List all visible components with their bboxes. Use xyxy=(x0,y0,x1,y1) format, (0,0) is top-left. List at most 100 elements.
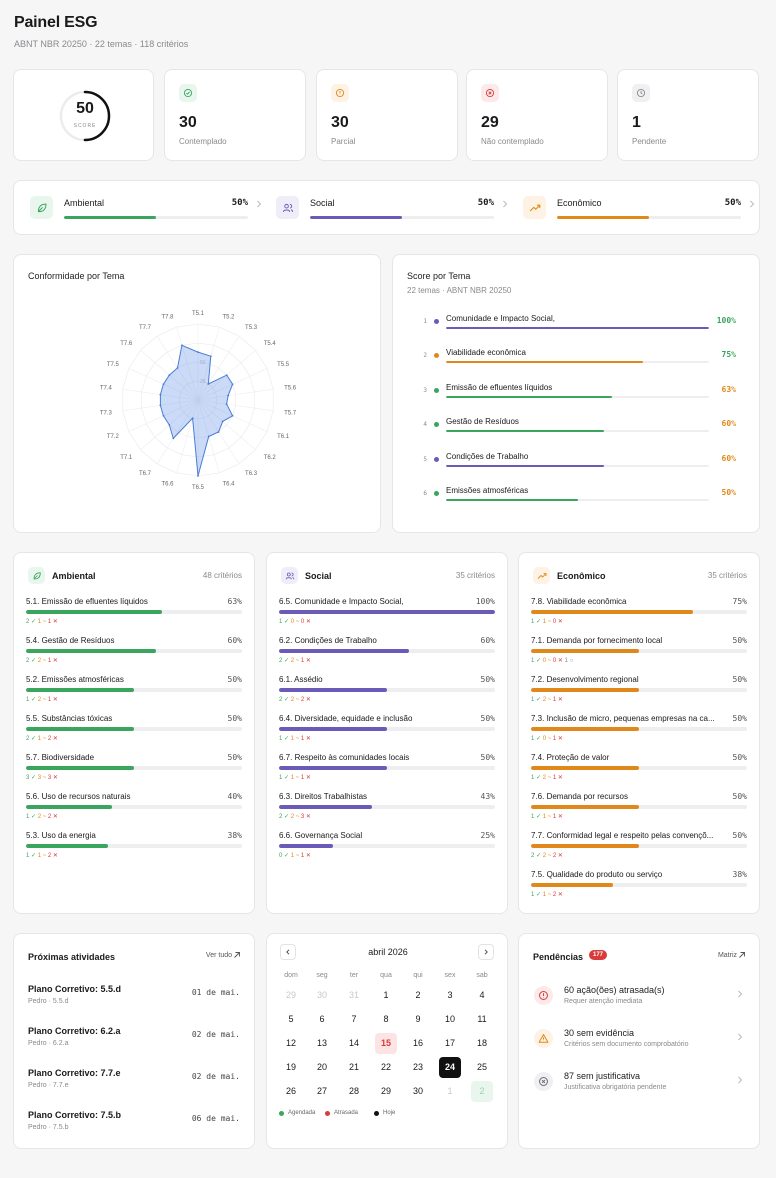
calendar-day[interactable]: 23 xyxy=(407,1057,429,1078)
calendar-day[interactable]: 8 xyxy=(375,1009,397,1030)
calendar-day[interactable]: 30 xyxy=(311,985,333,1006)
score-tema-row[interactable]: 3 Emissão de efluentes líquidos 63% xyxy=(393,382,759,410)
calendar-day[interactable]: 3 xyxy=(439,985,461,1006)
calendar-day[interactable]: 29 xyxy=(375,1081,397,1102)
calendar-day[interactable]: 1 xyxy=(439,1081,461,1102)
contemplado-count: 2 ✓ xyxy=(26,658,37,664)
activity-item[interactable]: Plano Corretivo: 7.5.b Pedro · 7.5.b 06 de… xyxy=(14,1110,254,1144)
score-tema-row[interactable]: 4 Gestão de Resíduos 60% xyxy=(393,416,759,444)
criteria-row[interactable]: 6.4. Diversidade, equidade e inclusão 50%… xyxy=(279,714,495,752)
criteria-count: 35 critérios xyxy=(707,571,747,580)
pendencia-item[interactable]: 87 sem justificativa Justificativa obriga… xyxy=(531,1068,747,1104)
chevron-right-icon xyxy=(737,1033,743,1041)
matriz-link[interactable]: Matriz xyxy=(718,952,737,959)
score-tema-title: Score por Tema xyxy=(407,271,471,281)
criteria-row[interactable]: 6.7. Respeito às comunidades locais 50% 1 … xyxy=(279,753,495,791)
calendar-day[interactable]: 21 xyxy=(343,1057,365,1078)
calendar-card: abril 2026 dom seg ter qua qui sex sab 29 30 31 1 2… xyxy=(266,933,508,1149)
score-tema-row[interactable]: 1 Comunidade e Impacto Social, 100% xyxy=(393,313,759,341)
calendar-day[interactable]: 22 xyxy=(375,1057,397,1078)
criteria-row[interactable]: 5.2. Emissões atmosféricas 50% 1 ✓ 2 ~ 1 ✕ xyxy=(26,675,242,713)
criteria-row[interactable]: 7.5. Qualidade do produto ou serviço 38% 1… xyxy=(531,870,747,908)
criteria-row-meta: 2 ✓ 1 ~ 2 ✕ xyxy=(26,735,58,742)
calendar-day[interactable]: 13 xyxy=(311,1033,333,1054)
criteria-row[interactable]: 5.6. Uso de recursos naturais 40% 1 ✓ 2 ~ … xyxy=(26,792,242,830)
criteria-row[interactable]: 6.2. Condições de Trabalho 60% 2 ✓ 2 ~ 1 ✕ xyxy=(279,636,495,674)
activity-item[interactable]: Plano Corretivo: 6.2.a Pedro · 6.2.a 02 de… xyxy=(14,1026,254,1060)
see-all-link[interactable]: Ver tudo xyxy=(206,952,232,959)
calendar-day[interactable]: 19 xyxy=(280,1057,302,1078)
criteria-row[interactable]: 5.3. Uso da energia 38% 1 ✓ 1 ~ 2 ✕ xyxy=(26,831,242,869)
calendar-day[interactable]: 18 xyxy=(471,1033,493,1054)
criteria-row[interactable]: 7.4. Proteção de valor 50% 1 ✓ 2 ~ 1 ✕ xyxy=(531,753,747,791)
radar-point xyxy=(191,417,194,420)
calendar-day[interactable]: 30 xyxy=(407,1081,429,1102)
calendar-day[interactable]: 4 xyxy=(471,985,493,1006)
calendar-day[interactable]: 29 xyxy=(280,985,302,1006)
nao-contemplado-count: 1 ✕ xyxy=(300,775,311,781)
calendar-day[interactable]: 16 xyxy=(407,1033,429,1054)
calendar-day[interactable]: 25 xyxy=(471,1057,493,1078)
calendar-day[interactable]: 9 xyxy=(407,1009,429,1030)
calendar-day[interactable]: 20 xyxy=(311,1057,333,1078)
criteria-row[interactable]: 7.8. Viabilidade econômica 75% 1 ✓ 1 ~ 0 ✕ xyxy=(531,597,747,635)
activity-item[interactable]: Plano Corretivo: 5.5.d Pedro · 5.5.d 01 de… xyxy=(14,984,254,1018)
criteria-row[interactable]: 7.7. Conformidad legal e respeito pelas … xyxy=(531,831,747,869)
calendar-day[interactable]: 15 xyxy=(375,1033,397,1054)
calendar-day[interactable]: 26 xyxy=(280,1081,302,1102)
parcial-count: 1 ~ xyxy=(290,853,300,859)
calendar-day[interactable]: 11 xyxy=(471,1009,493,1030)
calendar-day[interactable]: 31 xyxy=(343,985,365,1006)
radar-point xyxy=(168,374,171,377)
criteria-row[interactable]: 7.2. Desenvolvimento regional 50% 1 ✓ 2 ~ … xyxy=(531,675,747,713)
calendar-day[interactable]: 24 xyxy=(439,1057,461,1078)
radar-point xyxy=(227,394,229,397)
criteria-row[interactable]: 5.4. Gestão de Resíduos 60% 2 ✓ 2 ~ 1 ✕ xyxy=(26,636,242,674)
score-tema-row[interactable]: 2 Viabilidade econômica 75% xyxy=(393,347,759,375)
criteria-row[interactable]: 7.1. Demanda por fornecimento local 50% 1 … xyxy=(531,636,747,674)
calendar-day[interactable]: 6 xyxy=(311,1009,333,1030)
criteria-row[interactable]: 5.5. Substâncias tóxicas 50% 2 ✓ 1 ~ 2 ✕ xyxy=(26,714,242,752)
calendar-day[interactable]: 1 xyxy=(375,985,397,1006)
contemplado-count: 1 ✓ xyxy=(531,814,542,820)
calendar-day[interactable]: 12 xyxy=(280,1033,302,1054)
calendar-day[interactable]: 14 xyxy=(343,1033,365,1054)
pillar-social[interactable]: Social 50% xyxy=(276,181,510,234)
radar-point xyxy=(159,393,162,396)
radar-axis-label: T6.6 xyxy=(161,481,174,487)
calendar-day[interactable]: 27 xyxy=(311,1081,333,1102)
calendar-day[interactable]: 28 xyxy=(343,1081,365,1102)
calendar-day[interactable]: 17 xyxy=(439,1033,461,1054)
criteria-row-fill xyxy=(279,766,387,770)
criteria-row[interactable]: 6.3. Direitos Trabalhistas 43% 2 ✓ 2 ~ 3 ✕ xyxy=(279,792,495,830)
criteria-row[interactable]: 6.6. Governança Social 25% 0 ✓ 1 ~ 1 ✕ xyxy=(279,831,495,869)
pillar-ambiental[interactable]: Ambiental 50% xyxy=(30,181,264,234)
criteria-row[interactable]: 5.7. Biodiversidade 50% 3 ✓ 3 ~ 3 ✕ xyxy=(26,753,242,791)
pillar-econômico[interactable]: Econômico 50% xyxy=(523,181,757,234)
activity-item[interactable]: Plano Corretivo: 7.7.e Pedro · 7.7.e 02 de… xyxy=(14,1068,254,1102)
pillar-name: Ambiental xyxy=(64,198,105,208)
pendencia-item[interactable]: 30 sem evidência Critérios sem documento … xyxy=(531,1025,747,1061)
score-tema-row[interactable]: 5 Condições de Trabalho 60% xyxy=(393,451,759,479)
criteria-row[interactable]: 5.1. Emissão de efluentes líquidos 63% 2 ✓… xyxy=(26,597,242,635)
calendar-day[interactable]: 5 xyxy=(280,1009,302,1030)
calendar-day[interactable]: 10 xyxy=(439,1009,461,1030)
radar-point xyxy=(172,437,175,440)
calendar-day[interactable]: 2 xyxy=(471,1081,493,1102)
score-tema-rank: 1 xyxy=(423,318,427,325)
criteria-row-fill xyxy=(531,766,639,770)
pendencia-title: 60 ação(ões) atrasada(s) xyxy=(564,985,665,995)
criteria-row[interactable]: 7.3. Inclusão de micro, pequenas empresa… xyxy=(531,714,747,752)
calendar-day[interactable]: 2 xyxy=(407,985,429,1006)
pendencia-item[interactable]: 60 ação(ões) atrasada(s) Requer atenção i… xyxy=(531,982,747,1018)
nao-contemplado-count: 3 ✕ xyxy=(300,814,311,820)
contemplado-count: 2 ✓ xyxy=(279,814,290,820)
criteria-row-fill xyxy=(531,649,639,653)
calendar-day[interactable]: 7 xyxy=(343,1009,365,1030)
next-month-button[interactable] xyxy=(478,944,494,960)
criteria-row[interactable]: 7.6. Demanda por recursos 50% 1 ✓ 1 ~ 1 ✕ xyxy=(531,792,747,830)
stat-icon-box xyxy=(481,84,499,102)
criteria-row[interactable]: 6.5. Comunidade e Impacto Social, 100% 1 ✓… xyxy=(279,597,495,635)
criteria-row[interactable]: 6.1. Assédio 50% 2 ✓ 2 ~ 2 ✕ xyxy=(279,675,495,713)
score-tema-row[interactable]: 6 Emissões atmosféricas 50% xyxy=(393,485,759,513)
